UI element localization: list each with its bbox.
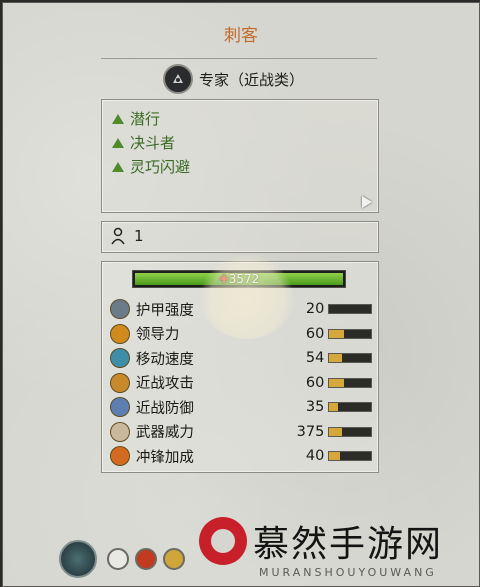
stat-bar-fill xyxy=(329,427,342,436)
trait-arrow-icon xyxy=(112,161,124,172)
hooded-figure-icon xyxy=(163,64,193,94)
melee-attack-icon xyxy=(110,372,130,393)
melee-defense-icon xyxy=(110,397,130,417)
eye-ability-icon[interactable] xyxy=(163,548,185,570)
soldier-icon xyxy=(111,227,125,245)
portrait-icon[interactable] xyxy=(59,540,97,578)
trait-item[interactable]: 灵巧闪避 xyxy=(112,156,190,177)
stat-bar xyxy=(328,402,372,412)
stat-name: 武器威力 xyxy=(135,425,194,441)
stat-value: 35 xyxy=(305,399,325,415)
expand-arrow-icon[interactable] xyxy=(362,196,372,208)
stat-value: 60 xyxy=(305,374,325,391)
stat-row[interactable]: 武器威力 375 xyxy=(110,421,372,443)
trait-label: 灵巧闪避 xyxy=(130,158,191,176)
stat-value: 60 xyxy=(305,325,325,342)
weapon-strength-icon xyxy=(110,421,130,442)
stat-value: 40 xyxy=(305,448,325,464)
traits-box: 潜行 决斗者 灵巧闪避 xyxy=(101,99,379,213)
stat-bar xyxy=(328,353,372,363)
stat-name: 近战防御 xyxy=(135,400,194,417)
trait-item[interactable]: 潜行 xyxy=(112,108,160,129)
trait-label: 潜行 xyxy=(130,110,161,128)
unit-name-title: 刺客 xyxy=(224,26,258,46)
stat-value: 375 xyxy=(296,423,325,440)
watermark-subtext: MURANSHOUYOUWANG xyxy=(259,566,437,579)
mascot-watermark xyxy=(199,253,295,339)
ability-bar xyxy=(59,537,191,581)
stat-bar xyxy=(328,328,372,339)
stat-name: 移动速度 xyxy=(135,351,194,368)
unit-count: 1 xyxy=(134,227,144,245)
stat-bar-fill xyxy=(329,329,344,338)
stat-name: 冲锋加成 xyxy=(135,449,194,466)
trait-item[interactable]: 决斗者 xyxy=(112,132,175,153)
fist-ability-icon[interactable] xyxy=(135,548,157,570)
watermark-text: 慕然手游网 xyxy=(253,524,444,565)
trait-arrow-icon xyxy=(112,137,124,148)
armor-icon xyxy=(110,299,130,319)
stat-bar-fill xyxy=(329,378,344,387)
trait-label: 决斗者 xyxy=(130,134,176,152)
trait-arrow-icon xyxy=(112,113,124,124)
stat-bar xyxy=(328,451,372,461)
unit-class-label: 专家（近战类） xyxy=(199,70,305,89)
watermark-logo-icon xyxy=(199,517,247,565)
stat-row[interactable]: 近战防御 35 xyxy=(110,396,372,418)
stat-bar xyxy=(328,377,372,388)
stat-value: 54 xyxy=(305,350,325,366)
stat-bar-fill xyxy=(329,354,342,362)
stat-name: 近战攻击 xyxy=(135,376,194,392)
unit-class-row: 专家（近战类） xyxy=(163,63,304,95)
speed-icon xyxy=(110,348,130,368)
stat-bar xyxy=(328,304,372,314)
stat-bar-fill xyxy=(329,403,338,411)
leadership-icon xyxy=(110,323,130,344)
unit-info-panel: 刺客 专家（近战类） 潜行 决斗者 灵巧闪避 1 护甲强度 20 领导力 60 … xyxy=(2,2,480,587)
stat-row[interactable]: 近战攻击 60 xyxy=(110,372,372,394)
stat-bar xyxy=(328,426,372,437)
unit-count-row: 1 xyxy=(101,221,379,253)
stat-bar-fill xyxy=(329,452,340,460)
site-watermark: 慕然手游网 xyxy=(199,515,443,567)
shield-ability-icon[interactable] xyxy=(107,548,129,570)
title-divider xyxy=(101,58,377,59)
stat-row[interactable]: 移动速度 54 xyxy=(110,347,372,369)
charge-bonus-icon xyxy=(110,446,130,466)
stat-row[interactable]: 冲锋加成 40 xyxy=(110,445,372,467)
